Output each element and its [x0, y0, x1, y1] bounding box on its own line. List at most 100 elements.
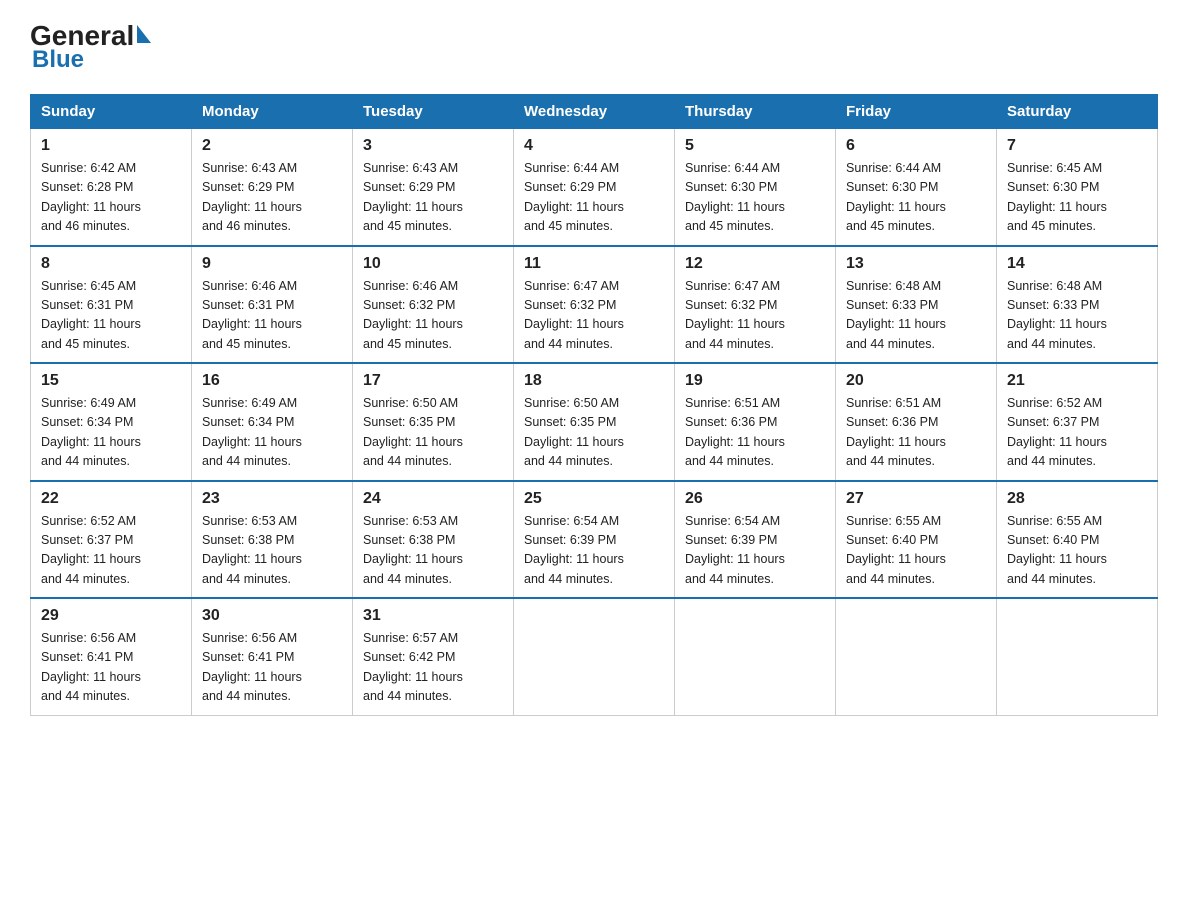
day-number: 4	[524, 137, 664, 155]
day-number: 5	[685, 137, 825, 155]
calendar-day-cell: 9 Sunrise: 6:46 AMSunset: 6:31 PMDayligh…	[192, 246, 353, 364]
calendar-day-cell: 27 Sunrise: 6:55 AMSunset: 6:40 PMDaylig…	[836, 481, 997, 599]
calendar-day-cell: 19 Sunrise: 6:51 AMSunset: 6:36 PMDaylig…	[675, 363, 836, 481]
calendar-day-cell	[675, 598, 836, 715]
col-wednesday: Wednesday	[514, 95, 675, 129]
calendar-day-cell: 10 Sunrise: 6:46 AMSunset: 6:32 PMDaylig…	[353, 246, 514, 364]
day-info: Sunrise: 6:42 AMSunset: 6:28 PMDaylight:…	[41, 161, 141, 233]
day-number: 14	[1007, 255, 1147, 273]
calendar-day-cell: 24 Sunrise: 6:53 AMSunset: 6:38 PMDaylig…	[353, 481, 514, 599]
day-info: Sunrise: 6:44 AMSunset: 6:30 PMDaylight:…	[846, 161, 946, 233]
logo-blue-text: Blue	[32, 46, 151, 74]
day-info: Sunrise: 6:51 AMSunset: 6:36 PMDaylight:…	[685, 396, 785, 468]
day-number: 10	[363, 255, 503, 273]
day-info: Sunrise: 6:53 AMSunset: 6:38 PMDaylight:…	[202, 514, 302, 586]
calendar-day-cell: 7 Sunrise: 6:45 AMSunset: 6:30 PMDayligh…	[997, 129, 1158, 246]
day-info: Sunrise: 6:56 AMSunset: 6:41 PMDaylight:…	[41, 631, 141, 703]
day-number: 24	[363, 490, 503, 508]
calendar-day-cell: 4 Sunrise: 6:44 AMSunset: 6:29 PMDayligh…	[514, 129, 675, 246]
day-number: 9	[202, 255, 342, 273]
calendar-day-cell: 26 Sunrise: 6:54 AMSunset: 6:39 PMDaylig…	[675, 481, 836, 599]
day-number: 31	[363, 607, 503, 625]
calendar-table: Sunday Monday Tuesday Wednesday Thursday…	[30, 94, 1158, 716]
day-number: 3	[363, 137, 503, 155]
day-info: Sunrise: 6:56 AMSunset: 6:41 PMDaylight:…	[202, 631, 302, 703]
calendar-header-row: Sunday Monday Tuesday Wednesday Thursday…	[31, 95, 1158, 129]
day-info: Sunrise: 6:45 AMSunset: 6:30 PMDaylight:…	[1007, 161, 1107, 233]
day-info: Sunrise: 6:45 AMSunset: 6:31 PMDaylight:…	[41, 279, 141, 351]
day-info: Sunrise: 6:46 AMSunset: 6:31 PMDaylight:…	[202, 279, 302, 351]
day-info: Sunrise: 6:47 AMSunset: 6:32 PMDaylight:…	[685, 279, 785, 351]
logo-arrow-icon	[137, 25, 151, 43]
day-info: Sunrise: 6:52 AMSunset: 6:37 PMDaylight:…	[1007, 396, 1107, 468]
day-number: 12	[685, 255, 825, 273]
day-number: 18	[524, 372, 664, 390]
day-info: Sunrise: 6:55 AMSunset: 6:40 PMDaylight:…	[846, 514, 946, 586]
calendar-week-row: 15 Sunrise: 6:49 AMSunset: 6:34 PMDaylig…	[31, 363, 1158, 481]
calendar-day-cell: 12 Sunrise: 6:47 AMSunset: 6:32 PMDaylig…	[675, 246, 836, 364]
day-info: Sunrise: 6:52 AMSunset: 6:37 PMDaylight:…	[41, 514, 141, 586]
col-sunday: Sunday	[31, 95, 192, 129]
day-info: Sunrise: 6:53 AMSunset: 6:38 PMDaylight:…	[363, 514, 463, 586]
day-info: Sunrise: 6:44 AMSunset: 6:29 PMDaylight:…	[524, 161, 624, 233]
day-info: Sunrise: 6:54 AMSunset: 6:39 PMDaylight:…	[524, 514, 624, 586]
calendar-day-cell: 31 Sunrise: 6:57 AMSunset: 6:42 PMDaylig…	[353, 598, 514, 715]
day-info: Sunrise: 6:48 AMSunset: 6:33 PMDaylight:…	[846, 279, 946, 351]
day-number: 22	[41, 490, 181, 508]
calendar-day-cell: 28 Sunrise: 6:55 AMSunset: 6:40 PMDaylig…	[997, 481, 1158, 599]
calendar-day-cell: 15 Sunrise: 6:49 AMSunset: 6:34 PMDaylig…	[31, 363, 192, 481]
calendar-day-cell	[836, 598, 997, 715]
day-info: Sunrise: 6:49 AMSunset: 6:34 PMDaylight:…	[41, 396, 141, 468]
calendar-day-cell: 25 Sunrise: 6:54 AMSunset: 6:39 PMDaylig…	[514, 481, 675, 599]
day-info: Sunrise: 6:51 AMSunset: 6:36 PMDaylight:…	[846, 396, 946, 468]
calendar-day-cell: 17 Sunrise: 6:50 AMSunset: 6:35 PMDaylig…	[353, 363, 514, 481]
day-number: 29	[41, 607, 181, 625]
col-friday: Friday	[836, 95, 997, 129]
calendar-week-row: 8 Sunrise: 6:45 AMSunset: 6:31 PMDayligh…	[31, 246, 1158, 364]
day-number: 25	[524, 490, 664, 508]
calendar-week-row: 29 Sunrise: 6:56 AMSunset: 6:41 PMDaylig…	[31, 598, 1158, 715]
calendar-day-cell: 18 Sunrise: 6:50 AMSunset: 6:35 PMDaylig…	[514, 363, 675, 481]
col-thursday: Thursday	[675, 95, 836, 129]
day-info: Sunrise: 6:55 AMSunset: 6:40 PMDaylight:…	[1007, 514, 1107, 586]
day-number: 30	[202, 607, 342, 625]
calendar-week-row: 1 Sunrise: 6:42 AMSunset: 6:28 PMDayligh…	[31, 129, 1158, 246]
day-number: 23	[202, 490, 342, 508]
logo: General Blue	[30, 20, 151, 74]
day-info: Sunrise: 6:57 AMSunset: 6:42 PMDaylight:…	[363, 631, 463, 703]
day-info: Sunrise: 6:47 AMSunset: 6:32 PMDaylight:…	[524, 279, 624, 351]
day-number: 1	[41, 137, 181, 155]
day-number: 27	[846, 490, 986, 508]
calendar-day-cell: 6 Sunrise: 6:44 AMSunset: 6:30 PMDayligh…	[836, 129, 997, 246]
day-number: 28	[1007, 490, 1147, 508]
calendar-day-cell: 29 Sunrise: 6:56 AMSunset: 6:41 PMDaylig…	[31, 598, 192, 715]
day-number: 19	[685, 372, 825, 390]
day-number: 6	[846, 137, 986, 155]
calendar-day-cell: 30 Sunrise: 6:56 AMSunset: 6:41 PMDaylig…	[192, 598, 353, 715]
day-info: Sunrise: 6:43 AMSunset: 6:29 PMDaylight:…	[202, 161, 302, 233]
day-number: 11	[524, 255, 664, 273]
calendar-day-cell: 1 Sunrise: 6:42 AMSunset: 6:28 PMDayligh…	[31, 129, 192, 246]
day-number: 7	[1007, 137, 1147, 155]
calendar-day-cell	[997, 598, 1158, 715]
day-info: Sunrise: 6:46 AMSunset: 6:32 PMDaylight:…	[363, 279, 463, 351]
day-info: Sunrise: 6:54 AMSunset: 6:39 PMDaylight:…	[685, 514, 785, 586]
calendar-week-row: 22 Sunrise: 6:52 AMSunset: 6:37 PMDaylig…	[31, 481, 1158, 599]
calendar-day-cell: 3 Sunrise: 6:43 AMSunset: 6:29 PMDayligh…	[353, 129, 514, 246]
day-info: Sunrise: 6:50 AMSunset: 6:35 PMDaylight:…	[363, 396, 463, 468]
day-number: 20	[846, 372, 986, 390]
day-number: 15	[41, 372, 181, 390]
calendar-day-cell: 8 Sunrise: 6:45 AMSunset: 6:31 PMDayligh…	[31, 246, 192, 364]
day-number: 2	[202, 137, 342, 155]
calendar-day-cell: 2 Sunrise: 6:43 AMSunset: 6:29 PMDayligh…	[192, 129, 353, 246]
day-info: Sunrise: 6:43 AMSunset: 6:29 PMDaylight:…	[363, 161, 463, 233]
calendar-day-cell: 14 Sunrise: 6:48 AMSunset: 6:33 PMDaylig…	[997, 246, 1158, 364]
col-monday: Monday	[192, 95, 353, 129]
day-number: 17	[363, 372, 503, 390]
day-info: Sunrise: 6:48 AMSunset: 6:33 PMDaylight:…	[1007, 279, 1107, 351]
calendar-day-cell: 13 Sunrise: 6:48 AMSunset: 6:33 PMDaylig…	[836, 246, 997, 364]
calendar-day-cell: 16 Sunrise: 6:49 AMSunset: 6:34 PMDaylig…	[192, 363, 353, 481]
calendar-day-cell	[514, 598, 675, 715]
calendar-day-cell: 11 Sunrise: 6:47 AMSunset: 6:32 PMDaylig…	[514, 246, 675, 364]
day-info: Sunrise: 6:44 AMSunset: 6:30 PMDaylight:…	[685, 161, 785, 233]
